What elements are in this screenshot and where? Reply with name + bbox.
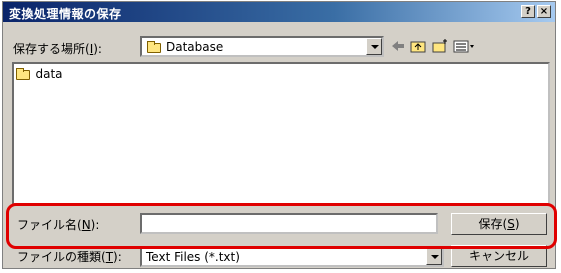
- new-folder-icon[interactable]: [431, 39, 449, 55]
- filetype-label: ファイルの種類(T):: [17, 250, 122, 264]
- file-list[interactable]: data: [12, 62, 550, 205]
- location-value: Database: [166, 40, 224, 54]
- view-menu-icon[interactable]: [453, 39, 477, 55]
- location-label: 保存する場所(I):: [13, 42, 102, 56]
- highlight-annotation: [6, 203, 557, 249]
- title-bar: 変換処理情報の保存 ? ×: [3, 2, 555, 22]
- chevron-down-icon[interactable]: [426, 248, 442, 265]
- close-button[interactable]: ×: [537, 5, 551, 18]
- folder-icon: [147, 41, 161, 53]
- filetype-value: Text Files (*.txt): [146, 250, 240, 264]
- location-combo[interactable]: Database: [140, 36, 384, 57]
- help-button[interactable]: ?: [521, 5, 535, 18]
- folder-icon: [16, 68, 30, 80]
- list-item[interactable]: data: [16, 67, 63, 81]
- chevron-down-icon[interactable]: [366, 38, 382, 55]
- back-arrow-icon[interactable]: [389, 39, 407, 55]
- filetype-combo[interactable]: Text Files (*.txt): [140, 246, 444, 267]
- dialog-title: 変換処理情報の保存: [9, 7, 122, 21]
- list-item-label: data: [35, 67, 63, 81]
- up-folder-icon[interactable]: [409, 39, 427, 55]
